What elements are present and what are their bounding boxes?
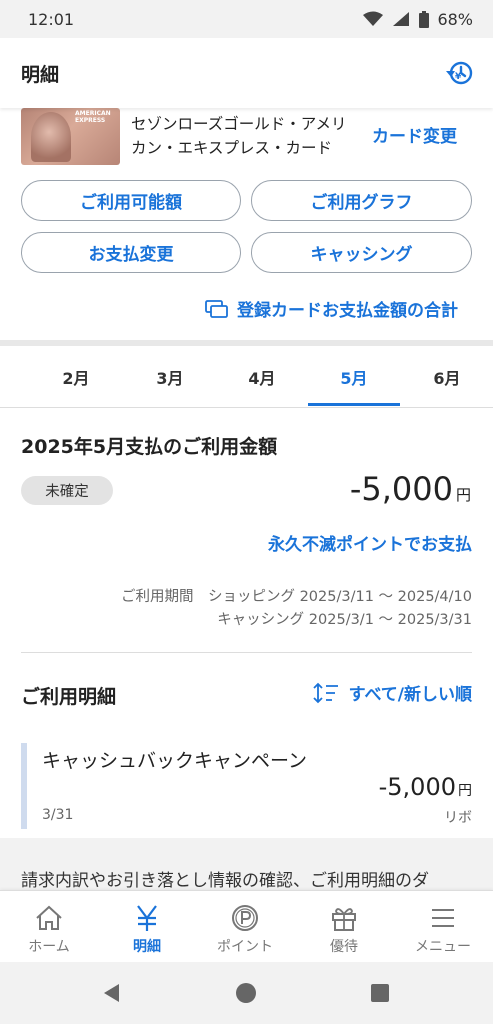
home-icon: [36, 905, 62, 930]
payment-title: 2025年5月支払のご利用金額: [21, 436, 278, 458]
tab-menu[interactable]: メニュー: [394, 891, 492, 963]
transaction-accent-bar: [21, 743, 27, 829]
yen-icon: [137, 905, 157, 931]
card-row: AMERICAN EXPRESS セゾンローズゴールド・アメリ カン・エキスプレ…: [0, 108, 493, 170]
sort-icon: [313, 682, 338, 703]
recents-icon[interactable]: [369, 982, 391, 1004]
usage-period-shopping: ご利用期間 ショッピング 2025/3/11 〜 2025/4/10: [120, 589, 472, 605]
card-change-link[interactable]: カード変更: [372, 122, 457, 147]
history-icon[interactable]: ¥: [445, 58, 475, 88]
transaction-type: リボ: [444, 810, 472, 826]
cards-icon: [205, 299, 228, 318]
app-header: 明細 ¥: [0, 38, 493, 108]
menu-icon: [432, 909, 454, 927]
status-badge: 未確定: [21, 476, 113, 505]
available-limit-button[interactable]: ご利用可能額: [21, 180, 241, 221]
tab-month-apr[interactable]: 4月: [216, 346, 308, 408]
transaction-name: キャッシュバックキャンペーン: [42, 750, 308, 772]
selected-month-indicator: [308, 403, 400, 406]
home-circle-icon[interactable]: [235, 982, 257, 1004]
sort-button[interactable]: すべて/新しい順: [313, 680, 472, 705]
total-amount: -5,000 円: [350, 470, 471, 508]
gift-icon: [332, 908, 356, 931]
divider: [21, 652, 472, 653]
status-bar: 12:01 68%: [0, 0, 493, 38]
card-name: セゾンローズゴールド・アメリ カン・エキスプレス・カード: [131, 112, 361, 160]
info-note: 請求内訳やお引き落とし情報の確認、ご利用明細のダ: [0, 838, 493, 896]
point-icon: [232, 905, 258, 931]
centurion-image: [31, 112, 71, 162]
tab-benefits-label: 優待: [330, 939, 358, 955]
back-icon[interactable]: [101, 982, 123, 1004]
transaction-row[interactable]: キャッシュバックキャンペーン 3/31 -5,000 円 リボ: [21, 743, 472, 829]
details-title: ご利用明細: [21, 686, 117, 708]
transaction-date: 3/31: [42, 807, 74, 823]
registered-total-link[interactable]: 登録カードお支払金額の合計: [205, 296, 458, 321]
tab-points-label: ポイント: [217, 939, 273, 955]
tab-benefits[interactable]: 優待: [295, 891, 393, 963]
usage-period: ご利用期間 ショッピング 2025/3/11 〜 2025/4/10 キャッシン…: [121, 586, 472, 632]
svg-text:¥: ¥: [455, 72, 462, 82]
tab-points[interactable]: ポイント: [196, 891, 294, 963]
battery-percent: 68%: [437, 9, 473, 29]
system-nav-bar: [0, 962, 493, 1024]
tab-statement-label: 明細: [133, 939, 161, 955]
total-amount-unit: 円: [455, 486, 471, 504]
wifi-icon: [363, 11, 384, 26]
transaction-amount-unit: 円: [458, 783, 472, 799]
sort-label: すべて/新しい順: [348, 685, 472, 705]
tab-home-label: ホーム: [28, 939, 70, 955]
bottom-tab-bar: ホーム 明細 ポイント 優待 メニュー: [0, 890, 493, 962]
transaction-amount-value: -5,000: [378, 773, 456, 801]
tab-month-jun[interactable]: 6月: [401, 346, 493, 408]
tab-month-may[interactable]: 5月: [308, 346, 400, 408]
card-image: AMERICAN EXPRESS: [21, 108, 120, 165]
usage-period-cashing: キャッシング 2025/3/1 〜 2025/3/31: [217, 612, 472, 628]
page-title: 明細: [21, 63, 60, 86]
cashing-button[interactable]: キャッシング: [251, 232, 472, 273]
info-note-text: 請求内訳やお引き落とし情報の確認、ご利用明細のダ: [21, 871, 429, 891]
registered-total-label: 登録カードお支払金額の合計: [237, 301, 458, 321]
tab-menu-label: メニュー: [415, 939, 471, 955]
tab-month-feb[interactable]: 2月: [30, 346, 122, 408]
month-tabs: 2月 3月 4月 5月 6月: [0, 346, 493, 408]
status-time: 12:01: [28, 9, 75, 29]
card-name-line1: セゾンローズゴールド・アメリ: [131, 115, 347, 133]
card-name-line2: カン・エキスプレス・カード: [131, 139, 333, 157]
points-payment-link[interactable]: 永久不滅ポイントでお支払: [268, 530, 472, 555]
tab-statement[interactable]: 明細: [98, 891, 196, 963]
card-brand-text: AMERICAN EXPRESS: [75, 110, 111, 124]
transaction-amount: -5,000 円: [379, 773, 472, 801]
status-icons: 68%: [363, 10, 473, 29]
usage-graph-button[interactable]: ご利用グラフ: [251, 180, 472, 221]
total-amount-value: -5,000: [349, 470, 453, 508]
tab-month-mar[interactable]: 3月: [124, 346, 216, 408]
tab-home[interactable]: ホーム: [0, 891, 98, 963]
signal-icon: [393, 12, 410, 26]
battery-icon: [419, 10, 430, 28]
payment-change-button[interactable]: お支払変更: [21, 232, 241, 273]
